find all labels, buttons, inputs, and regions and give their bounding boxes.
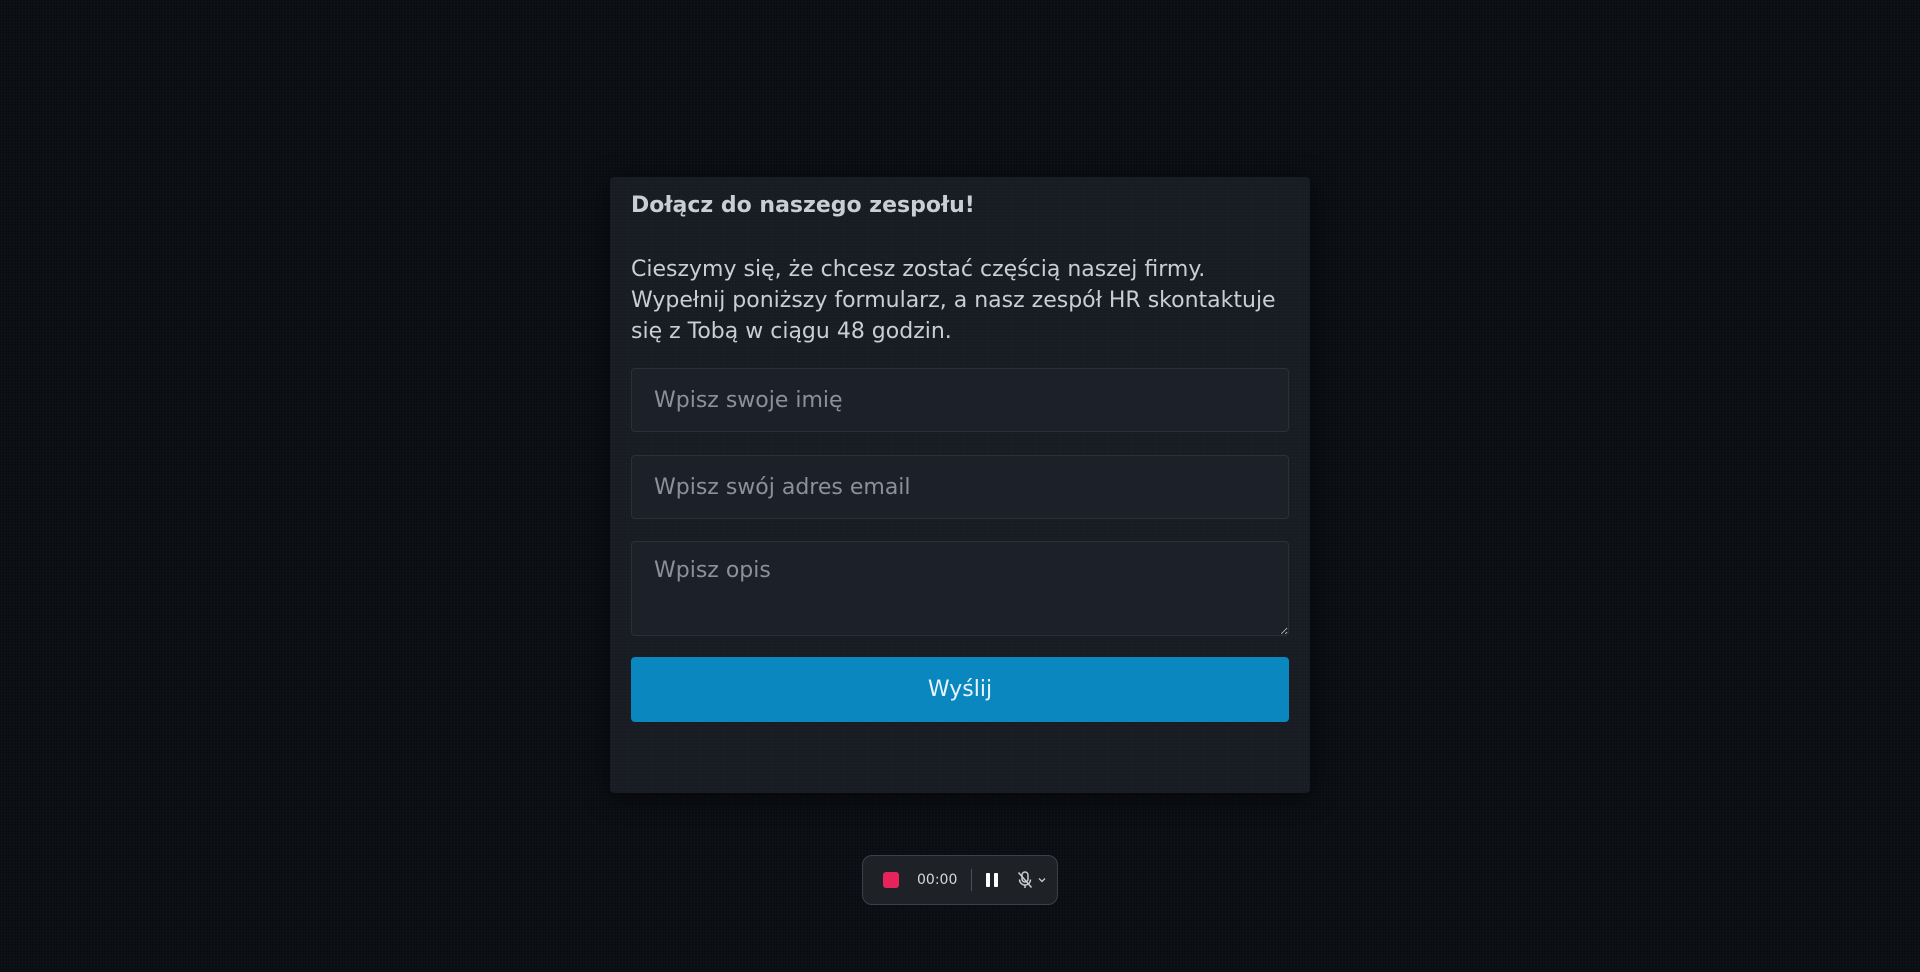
email-input[interactable] [631, 455, 1289, 519]
toolbar-divider [971, 869, 973, 891]
form-description: Cieszymy się, że chcesz zostać częścią n… [631, 257, 1276, 344]
signup-card: Dołącz do naszego zespołu! Cieszymy się,… [610, 177, 1310, 793]
name-input[interactable] [631, 368, 1289, 432]
form-title: Dołącz do naszego zespołu! [631, 193, 975, 218]
microphone-muted-icon [1018, 871, 1033, 888]
pause-icon[interactable] [986, 873, 999, 887]
description-textarea[interactable] [631, 541, 1289, 636]
recording-timer: 00:00 [917, 872, 958, 888]
stop-icon[interactable] [883, 872, 899, 888]
submit-button[interactable]: Wyślij [631, 657, 1289, 722]
chevron-down-icon [1038, 878, 1046, 883]
recording-toolbar: 00:00 [862, 855, 1058, 905]
microphone-toggle[interactable] [1016, 870, 1047, 890]
